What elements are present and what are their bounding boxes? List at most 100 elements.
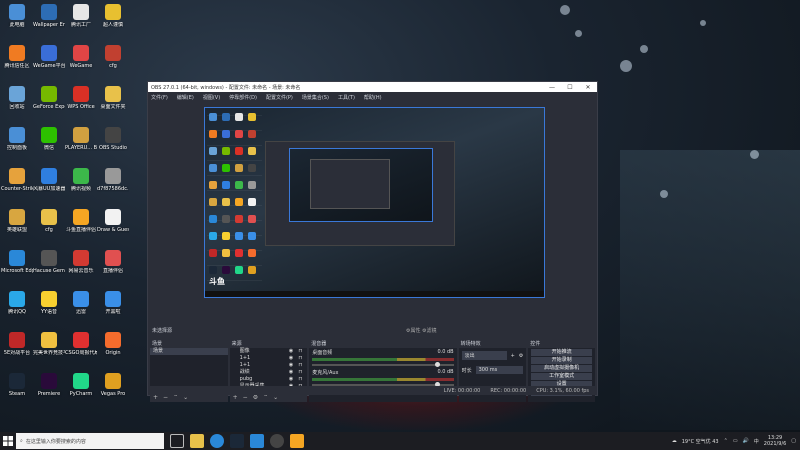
desktop-icon[interactable]: YY语音: [33, 291, 65, 315]
menu-tools[interactable]: 工具(T): [338, 94, 355, 101]
lock-icon[interactable]: ⊓: [298, 348, 302, 355]
properties-filters[interactable]: ⚙属性 ⚙滤镜: [406, 327, 437, 334]
desktop-icon[interactable]: Counter-Strike Global Off...: [1, 168, 33, 192]
source-item[interactable]: pubg ◉ ⊓: [230, 376, 308, 383]
desktop-icon[interactable]: 微信: [33, 127, 65, 151]
visibility-icon[interactable]: ◉: [289, 362, 293, 369]
visibility-icon[interactable]: ◉: [289, 369, 293, 376]
desktop-icon[interactable]: 桌面文件夹: [97, 86, 129, 110]
desktop-icon[interactable]: PyCharm: [65, 373, 97, 397]
desktop-icon[interactable]: Premiere: [33, 373, 65, 397]
desktop-icon[interactable]: 腾讯视频: [65, 168, 97, 192]
preview-canvas[interactable]: 斗鱼: [204, 107, 545, 298]
desktop-icon[interactable]: Origin: [97, 332, 129, 356]
source-item[interactable]: 1+1 ◉ ⊓: [230, 355, 308, 362]
desktop-icon[interactable]: 直播伴侣: [97, 250, 129, 274]
minimize-button[interactable]: —: [543, 84, 561, 91]
ime-indicator[interactable]: 中: [754, 438, 759, 445]
desktop-icon[interactable]: WPS Office: [65, 86, 97, 110]
steam-icon[interactable]: [230, 434, 244, 448]
up-icon[interactable]: ⌃: [173, 394, 178, 401]
maximize-button[interactable]: ☐: [561, 84, 579, 91]
source-item[interactable]: 图像 ◉ ⊓: [230, 348, 308, 355]
file-explorer-icon[interactable]: [190, 434, 204, 448]
desktop-icon[interactable]: 斗鱼直播伴侣: [65, 209, 97, 233]
add-icon[interactable]: +: [511, 353, 515, 359]
studio-mode-button[interactable]: 工作室模式: [531, 373, 592, 380]
obs-taskbar-icon[interactable]: [270, 434, 284, 448]
virtual-camera-button[interactable]: 启动虚拟摄像机: [531, 365, 592, 372]
duration-input[interactable]: 300 ms: [475, 366, 524, 374]
desktop-icon[interactable]: OBS Studio: [97, 127, 129, 151]
add-icon[interactable]: +: [233, 394, 238, 401]
lock-icon[interactable]: ⊓: [298, 355, 302, 362]
desktop-icon[interactable]: d7f87586dc...: [97, 168, 129, 192]
add-icon[interactable]: +: [153, 394, 158, 401]
visibility-icon[interactable]: ◉: [289, 355, 293, 362]
visibility-icon[interactable]: ◉: [289, 376, 293, 383]
up-icon[interactable]: ⌃: [263, 394, 268, 401]
network-icon[interactable]: ▭: [733, 438, 738, 444]
menu-file[interactable]: 文件(F): [151, 94, 168, 101]
volume-knob[interactable]: [434, 362, 440, 367]
lock-icon[interactable]: ⊓: [298, 369, 302, 376]
start-streaming-button[interactable]: 开始推流: [531, 349, 592, 356]
weather-icon[interactable]: ☁: [672, 438, 677, 444]
lock-icon[interactable]: ⊓: [298, 376, 302, 383]
desktop-icon[interactable]: Steam: [1, 373, 33, 397]
desktop-icon[interactable]: 网易云音乐: [65, 250, 97, 274]
desktop-icon[interactable]: Hacuse Gemi...: [33, 250, 65, 274]
desktop-icon[interactable]: WeGame平台: [33, 45, 65, 69]
desktop-icon[interactable]: 风暴UU加速器: [33, 168, 65, 192]
desktop-icon[interactable]: GeForce Experience: [33, 86, 65, 110]
start-button[interactable]: [0, 432, 16, 450]
desktop-icon[interactable]: Vegas Pro: [97, 373, 129, 397]
visibility-icon[interactable]: ◉: [289, 348, 293, 355]
source-item[interactable]: 1+1 ◉ ⊓: [230, 362, 308, 369]
desktop-icon[interactable]: Wallpaper Engine:...: [33, 4, 65, 28]
scene-item[interactable]: 场景: [150, 348, 228, 355]
obs-titlebar[interactable]: OBS 27.0.1 (64-bit, windows) - 配置文件: 未命名…: [148, 82, 597, 92]
desktop-icon[interactable]: 超人谨慎: [97, 4, 129, 28]
desktop-icon[interactable]: 腾讯QQ: [1, 291, 33, 315]
desktop-icon[interactable]: cfg: [97, 45, 129, 69]
desktop-icon[interactable]: 此电脑: [1, 4, 33, 28]
desktop-icon[interactable]: 迅雷: [65, 291, 97, 315]
transition-select[interactable]: 淡出: [461, 351, 507, 360]
desktop-icon[interactable]: 5E对战平台: [1, 332, 33, 356]
desktop-icon[interactable]: 腾讯工厂: [65, 4, 97, 28]
desktop-icon[interactable]: PLAYERU... BATTLEGR...: [65, 127, 97, 151]
clock[interactable]: 13:29 2021/9/6: [764, 435, 786, 447]
menu-scene-collection[interactable]: 场景集合(S): [302, 94, 329, 101]
down-icon[interactable]: ⌄: [183, 394, 188, 401]
close-button[interactable]: ✕: [579, 84, 597, 91]
volume-icon[interactable]: 🔊: [743, 438, 749, 444]
tray-arrow-icon[interactable]: ⌃: [724, 438, 728, 444]
store-icon[interactable]: [250, 434, 264, 448]
desktop-icon[interactable]: Microsoft Edge: [1, 250, 33, 274]
menu-help[interactable]: 帮助(H): [364, 94, 382, 101]
desktop-icon[interactable]: WeGame: [65, 45, 97, 69]
task-view-icon[interactable]: [170, 434, 184, 448]
lock-icon[interactable]: ⊓: [298, 362, 302, 369]
douyu-taskbar-icon[interactable]: [290, 434, 304, 448]
taskbar-search[interactable]: ⌕ 在这里输入你要搜索的内容: [16, 433, 164, 449]
notification-icon[interactable]: ▢: [791, 438, 796, 444]
desktop-icon[interactable]: cfg: [33, 209, 65, 233]
start-recording-button[interactable]: 开始录制: [531, 357, 592, 364]
remove-icon[interactable]: −: [243, 394, 248, 401]
down-icon[interactable]: ⌄: [273, 394, 278, 401]
menu-edit[interactable]: 编辑(E): [177, 94, 194, 101]
desktop-icon[interactable]: 英雄联盟: [1, 209, 33, 233]
weather-text[interactable]: 19°C 空气优 43: [682, 438, 719, 445]
desktop-icon[interactable]: 开黑啦: [97, 291, 129, 315]
remove-icon[interactable]: −: [163, 394, 168, 401]
volume-slider[interactable]: [312, 362, 454, 367]
gear-icon[interactable]: ⚙: [253, 394, 258, 401]
desktop-icon[interactable]: 回收站: [1, 86, 33, 110]
source-item[interactable]: 战绩 ◉ ⊓: [230, 369, 308, 376]
desktop-icon[interactable]: Draw & Guess: [97, 209, 129, 233]
edge-icon[interactable]: [210, 434, 224, 448]
desktop-icon[interactable]: CSGO周报代刷: [65, 332, 97, 356]
menu-docks[interactable]: 停靠部件(D): [229, 94, 257, 101]
